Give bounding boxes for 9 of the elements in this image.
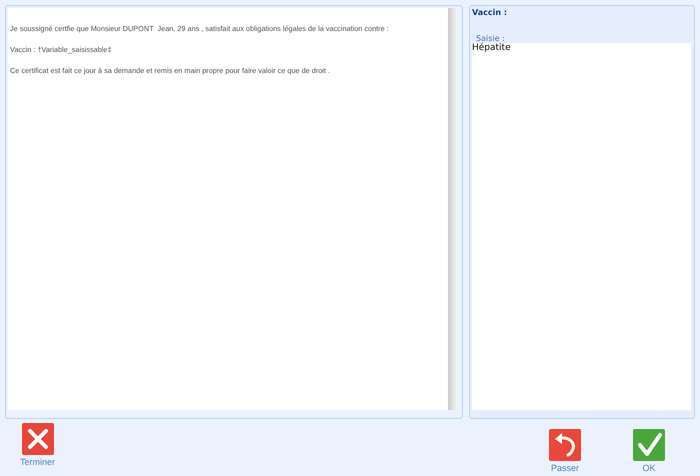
skip-button[interactable]: Passer	[549, 429, 581, 476]
panel-title: Vaccin :	[472, 8, 508, 19]
ok-button[interactable]: OK	[633, 429, 665, 476]
scrollbar[interactable]	[448, 8, 457, 410]
close-icon	[22, 423, 54, 455]
terminate-button[interactable]: Terminer	[20, 423, 56, 467]
checkmark-icon	[633, 429, 665, 461]
input-field[interactable]: Hépatite	[472, 43, 691, 410]
field-label: Saisie :	[476, 34, 505, 43]
